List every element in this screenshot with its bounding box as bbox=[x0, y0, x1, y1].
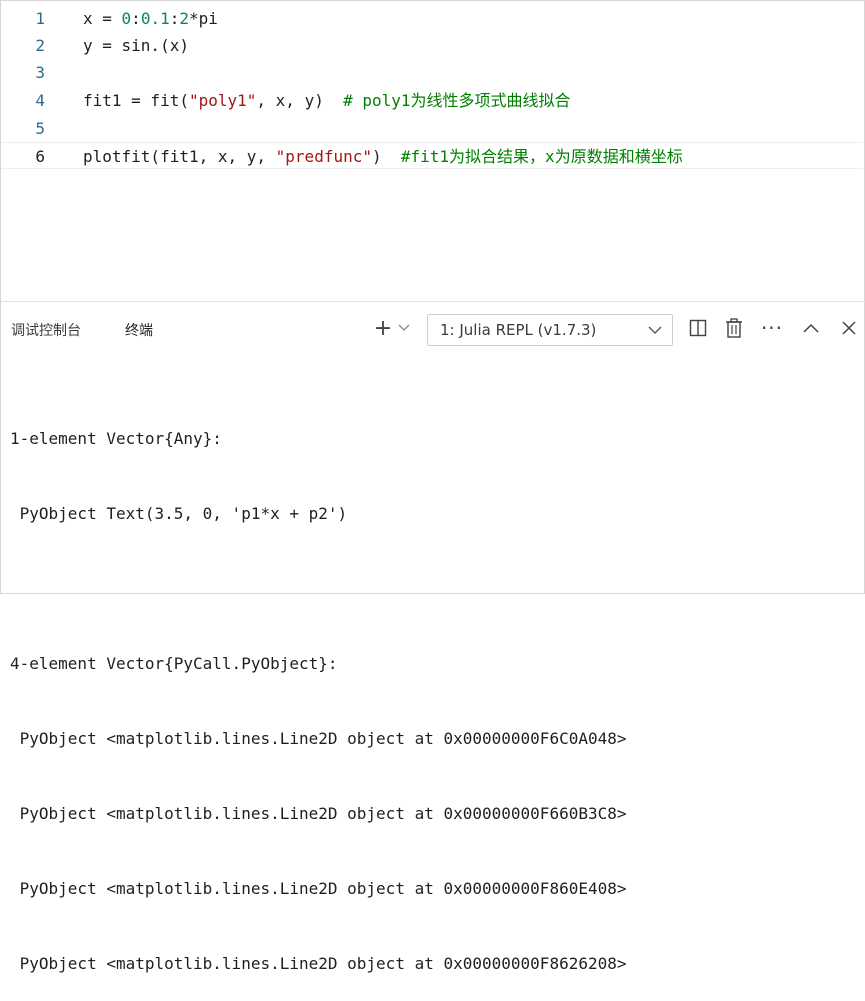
chevron-down-icon bbox=[648, 315, 662, 345]
terminal-line: PyObject <matplotlib.lines.Line2D object… bbox=[10, 804, 627, 823]
trash-icon[interactable] bbox=[722, 316, 746, 340]
line-number: 3 bbox=[35, 63, 45, 82]
terminal-output[interactable]: 1-element Vector{Any}: PyObject Text(3.5… bbox=[10, 376, 850, 1001]
terminal-select[interactable]: 1: Julia REPL (v1.7.3) bbox=[427, 314, 673, 346]
terminal-select-value: 1: Julia REPL (v1.7.3) bbox=[440, 321, 597, 339]
chevron-up-icon[interactable] bbox=[799, 316, 823, 340]
code-text[interactable]: fit1 = fit("poly1", x, y) # poly1为线性多项式曲… bbox=[83, 87, 571, 114]
code-line[interactable]: 1 x = 0:0.1:2*pi bbox=[1, 5, 863, 32]
code-line[interactable]: 5 bbox=[1, 115, 863, 142]
line-number: 5 bbox=[35, 119, 45, 138]
code-line[interactable]: 3 bbox=[1, 59, 863, 86]
line-number: 2 bbox=[35, 36, 45, 55]
tab-terminal[interactable]: 终端 bbox=[125, 320, 153, 340]
line-number: 6 bbox=[35, 147, 45, 166]
terminal-line: PyObject <matplotlib.lines.Line2D object… bbox=[10, 879, 627, 898]
terminal-line: PyObject Text(3.5, 0, 'p1*x + p2') bbox=[10, 504, 348, 523]
terminal-line: PyObject <matplotlib.lines.Line2D object… bbox=[10, 954, 627, 973]
close-icon[interactable] bbox=[837, 316, 861, 340]
code-line[interactable]: 4 fit1 = fit("poly1", x, y) # poly1为线性多项… bbox=[1, 87, 863, 114]
line-number: 4 bbox=[35, 91, 45, 110]
tab-debug-console[interactable]: 调试控制台 bbox=[11, 320, 81, 340]
code-text[interactable]: y = sin.(x) bbox=[83, 32, 189, 59]
line-number: 1 bbox=[35, 9, 45, 28]
code-text[interactable]: x = 0:0.1:2*pi bbox=[83, 5, 218, 32]
code-editor[interactable]: 1 x = 0:0.1:2*pi 2 y = sin.(x) 3 4 fit1 … bbox=[1, 1, 863, 301]
split-icon[interactable] bbox=[686, 316, 710, 340]
code-comment: #fit1为拟合结果，x为原数据和横坐标 bbox=[400, 147, 683, 166]
code-text[interactable]: plotfit(fit1, x, y, "predfunc") #fit1为拟合… bbox=[83, 143, 683, 170]
panel-header: 调试控制台 终端 + 1: Julia REPL (v1.7.3) ··· bbox=[0, 302, 865, 356]
terminal-line: 1-element Vector{Any}: bbox=[10, 429, 222, 448]
plus-icon[interactable]: + bbox=[371, 316, 395, 341]
terminal-line: PyObject <matplotlib.lines.Line2D object… bbox=[10, 729, 627, 748]
code-line-current[interactable]: 6 plotfit(fit1, x, y, "predfunc") #fit1为… bbox=[1, 142, 863, 169]
terminal-line: 4-element Vector{PyCall.PyObject}: bbox=[10, 654, 338, 673]
code-line[interactable]: 2 y = sin.(x) bbox=[1, 32, 863, 59]
more-icon[interactable]: ··· bbox=[760, 316, 784, 340]
code-comment: # poly1为线性多项式曲线拟合 bbox=[343, 91, 571, 110]
chevron-down-icon[interactable] bbox=[395, 316, 413, 340]
